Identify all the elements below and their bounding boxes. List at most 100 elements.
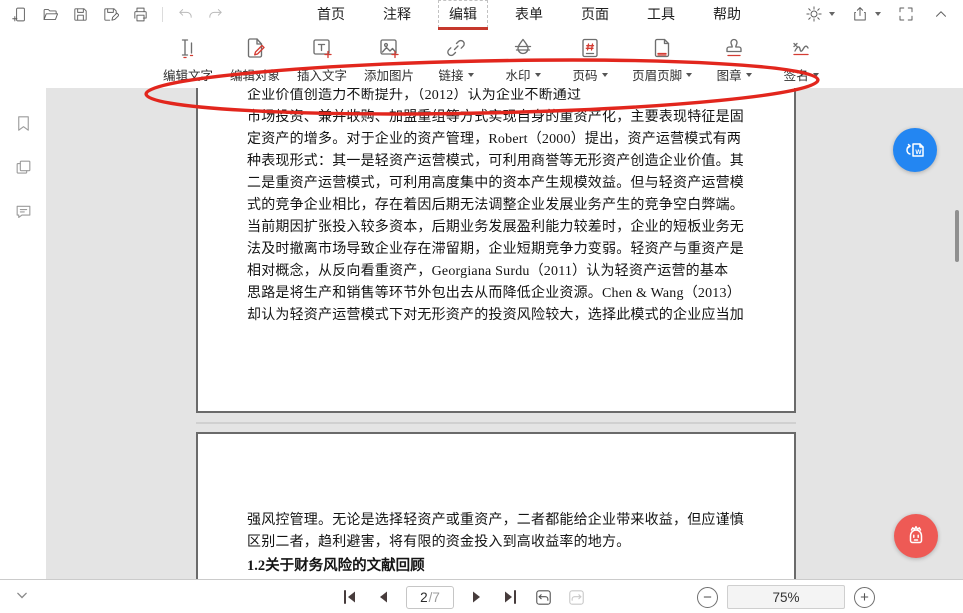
zoom-out-button[interactable]: − bbox=[697, 587, 718, 608]
share-dropdown-caret[interactable] bbox=[875, 12, 881, 16]
redo-icon bbox=[207, 6, 224, 23]
svg-text:W: W bbox=[915, 149, 922, 156]
tool-insert-text[interactable]: 插入文字 bbox=[297, 35, 347, 84]
redo-button[interactable] bbox=[205, 4, 225, 24]
collapse-toolbar-button[interactable] bbox=[931, 4, 951, 24]
theme-sun-icon bbox=[805, 5, 823, 23]
share-button[interactable] bbox=[850, 4, 870, 24]
vertical-scrollbar-thumb[interactable] bbox=[955, 210, 959, 262]
page2-text: 强风控管理。无论是选择轻资产或重资产，二者都能给企业带来收益，但应谨慎 区别二者… bbox=[247, 510, 752, 579]
tool-link[interactable]: 链接 bbox=[431, 35, 481, 84]
tool-add-image[interactable]: 添加图片 bbox=[364, 35, 414, 84]
menu-tools[interactable]: 工具 bbox=[636, 0, 686, 28]
document-text-line: 区别二者，趋利避害，将有限的资金投入到高收益率的地方。 bbox=[247, 532, 752, 554]
comment-icon bbox=[14, 202, 33, 221]
document-text-line: 强风控管理。无论是选择轻资产或重资产，二者都能给企业带来收益，但应谨慎 bbox=[247, 510, 752, 532]
page1-text: 企业价值创造力不断提升，（2012）认为企业不断通过 市场投资、兼并收购、加盟重… bbox=[247, 88, 752, 327]
stamp-icon bbox=[722, 35, 746, 60]
tool-stamp[interactable]: 图章 bbox=[709, 35, 759, 84]
bookmarks-panel-button[interactable] bbox=[12, 112, 34, 134]
save-icon bbox=[72, 6, 89, 23]
thumbnails-panel-button[interactable] bbox=[12, 156, 34, 178]
assistant-robot-button[interactable] bbox=[894, 514, 938, 558]
menu-home[interactable]: 首页 bbox=[306, 0, 356, 28]
next-view-icon bbox=[567, 588, 586, 607]
theme-dropdown-caret[interactable] bbox=[829, 12, 835, 16]
menu-help[interactable]: 帮助 bbox=[702, 0, 752, 28]
theme-button[interactable] bbox=[804, 4, 824, 24]
page-number-icon bbox=[578, 35, 602, 60]
tool-label: 页码 bbox=[573, 65, 598, 84]
menu-form[interactable]: 表单 bbox=[504, 0, 554, 28]
zoom-in-button[interactable]: + bbox=[854, 587, 875, 608]
document-text-line: 思路是将生产和销售等环节外包出去从而降低企业资源。Chen & Wang（201… bbox=[247, 283, 752, 305]
document-text-line: 式的竞争企业相比，存在着因后期无法调整企业发展业务产生的竞争空白弊端。 bbox=[247, 195, 752, 217]
pdf-to-word-icon: W bbox=[901, 136, 929, 164]
tool-header-footer[interactable]: 页眉页脚 bbox=[632, 35, 692, 84]
menu-page[interactable]: 页面 bbox=[570, 0, 620, 28]
next-page-icon bbox=[469, 589, 485, 605]
next-page-button[interactable] bbox=[467, 587, 487, 607]
new-file-button[interactable] bbox=[10, 4, 30, 24]
tool-label: 添加图片 bbox=[364, 65, 414, 84]
tool-label: 编辑对象 bbox=[230, 65, 280, 84]
dropdown-caret-icon bbox=[746, 73, 752, 77]
bookmark-icon bbox=[14, 114, 33, 133]
save-button[interactable] bbox=[70, 4, 90, 24]
dropdown-caret-icon bbox=[813, 73, 819, 77]
watermark-icon bbox=[511, 35, 535, 60]
toolbar-divider bbox=[162, 7, 163, 22]
tool-label: 编辑文字 bbox=[163, 65, 213, 84]
document-text-line-partial: 企业价值创造力不断提升，（2012）认为企业不断通过 bbox=[247, 88, 752, 107]
total-pages: /7 bbox=[429, 590, 440, 605]
header-footer-icon bbox=[650, 35, 674, 60]
signature-icon bbox=[789, 35, 813, 60]
document-text-line: 当前期因扩张投入较多资本，后期业务发展盈利能力较差时，企业的短板业务无 bbox=[247, 217, 752, 239]
page-navigation: 2 /7 bbox=[340, 580, 586, 613]
tool-edit-object[interactable]: 编辑对象 bbox=[230, 35, 280, 84]
undo-button[interactable] bbox=[175, 4, 195, 24]
previous-view-button[interactable] bbox=[533, 587, 553, 607]
collapse-statusbar-button[interactable] bbox=[12, 585, 32, 610]
menu-comment[interactable]: 注释 bbox=[372, 0, 422, 28]
last-page-button[interactable] bbox=[500, 587, 520, 607]
page-number-input[interactable]: 2 /7 bbox=[406, 586, 454, 609]
next-view-button[interactable] bbox=[566, 587, 586, 607]
first-page-button[interactable] bbox=[340, 587, 360, 607]
document-text-line: 定资产的增多。对于企业的资产管理，Robert（2000）提出，资产运营模式有两 bbox=[247, 129, 752, 151]
tool-watermark[interactable]: 水印 bbox=[498, 35, 548, 84]
comments-panel-button[interactable] bbox=[12, 200, 34, 222]
fullscreen-button[interactable] bbox=[896, 4, 916, 24]
dropdown-caret-icon bbox=[686, 73, 692, 77]
tool-page-number[interactable]: 页码 bbox=[565, 35, 615, 84]
document-text-line: 相对概念，从反向看重资产，Georgiana Surdu（2011）认为轻资产运… bbox=[247, 261, 752, 283]
open-file-button[interactable] bbox=[40, 4, 60, 24]
print-button[interactable] bbox=[130, 4, 150, 24]
open-folder-icon bbox=[42, 6, 59, 23]
document-section-heading: 1.2关于财务风险的文献回顾 bbox=[247, 554, 752, 578]
zoom-level-display[interactable]: 75% bbox=[727, 585, 845, 609]
tool-label: 签名 bbox=[784, 65, 809, 84]
previous-page-button[interactable] bbox=[373, 587, 393, 607]
save-as-button[interactable] bbox=[100, 4, 120, 24]
main-menu: 首页 注释 编辑 表单 页面 工具 帮助 bbox=[306, 0, 752, 28]
chevron-down-icon bbox=[12, 585, 32, 605]
chevron-up-icon bbox=[932, 5, 950, 23]
add-image-icon bbox=[377, 35, 401, 60]
menu-edit[interactable]: 编辑 bbox=[438, 0, 488, 28]
convert-to-word-button[interactable]: W bbox=[893, 128, 937, 172]
tool-label: 页眉页脚 bbox=[632, 65, 682, 84]
dropdown-caret-icon bbox=[468, 73, 474, 77]
quick-access-toolbar bbox=[10, 4, 225, 24]
insert-text-icon bbox=[310, 35, 334, 60]
document-text-line: 市场投资、兼并收购、加盟重组等方式实现自身的重资产化，主要表现特征是固 bbox=[247, 107, 752, 129]
statusbar: 2 /7 − 75% + bbox=[0, 579, 963, 613]
edit-object-icon bbox=[243, 35, 267, 60]
tool-label: 水印 bbox=[506, 65, 531, 84]
menubar-right-actions bbox=[804, 4, 951, 24]
tool-signature[interactable]: 签名 bbox=[776, 35, 826, 84]
share-icon bbox=[851, 5, 869, 23]
document-text-line: 二是重资产运营模式，可利用高度集中的资本产生规模效益。但与轻资产运营模 bbox=[247, 173, 752, 195]
tool-edit-text[interactable]: 编辑文字 bbox=[163, 35, 213, 84]
document-canvas[interactable]: 企业价值创造力不断提升，（2012）认为企业不断通过 市场投资、兼并收购、加盟重… bbox=[46, 88, 963, 579]
